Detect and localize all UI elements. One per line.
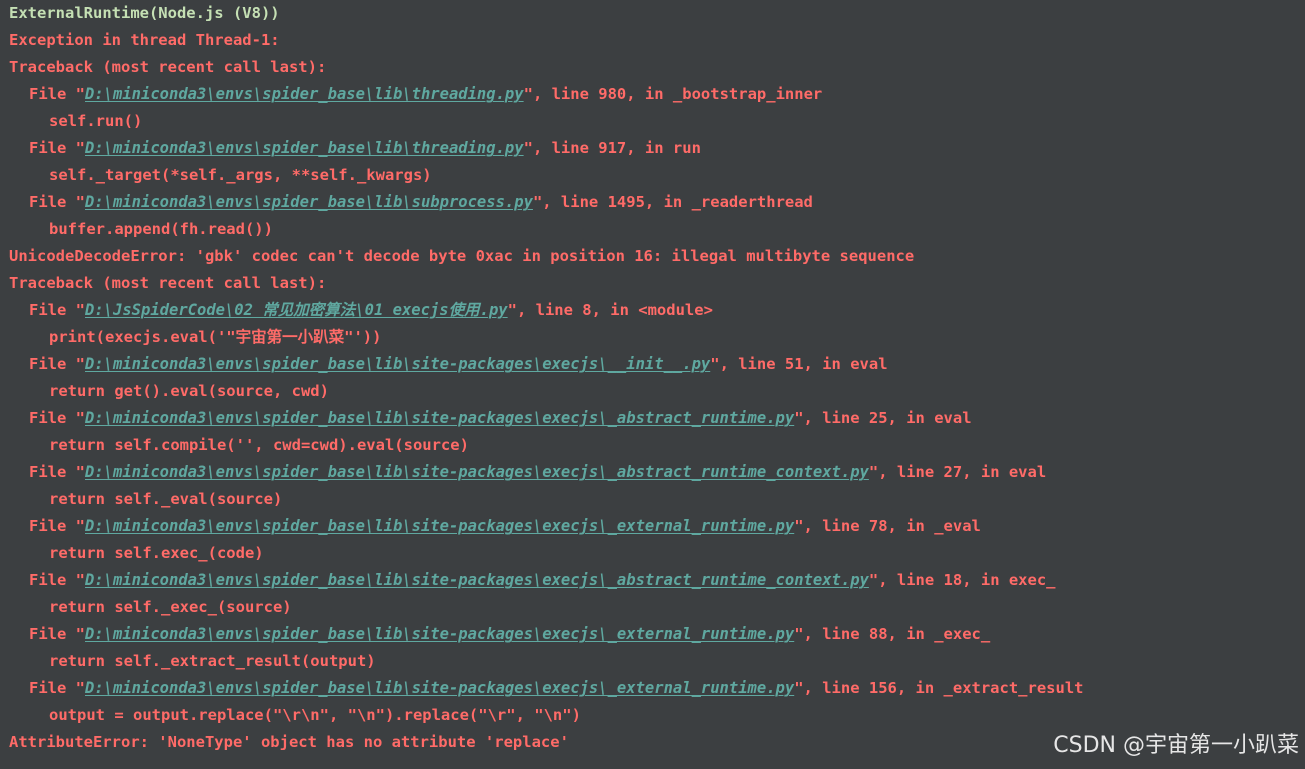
file-prefix: File ": [29, 355, 85, 373]
error-message-line: Traceback (most recent call last):: [9, 58, 327, 76]
traceback-file-line: File "D:\JsSpiderCode\02 常见加密算法\01 execj…: [9, 297, 1305, 324]
file-suffix: ", line 8, in <module>: [507, 301, 713, 319]
file-prefix: File ": [29, 517, 85, 535]
traceback-code-line: output = output.replace("\r\n", "\n").re…: [49, 706, 581, 724]
file-suffix: ", line 25, in eval: [794, 409, 972, 427]
file-suffix: ", line 51, in eval: [710, 355, 888, 373]
file-path-link[interactable]: D:\miniconda3\envs\spider_base\lib\threa…: [85, 85, 524, 103]
traceback-file-line: File "D:\miniconda3\envs\spider_base\lib…: [9, 459, 1305, 486]
file-path-link[interactable]: D:\miniconda3\envs\spider_base\lib\site-…: [85, 355, 710, 373]
file-path-link[interactable]: D:\miniconda3\envs\spider_base\lib\site-…: [85, 571, 869, 589]
file-prefix: File ": [29, 463, 85, 481]
traceback-file-line: File "D:\miniconda3\envs\spider_base\lib…: [9, 405, 1305, 432]
console-header-line: ExternalRuntime(Node.js (V8)): [9, 4, 280, 22]
traceback-file-line: File "D:\miniconda3\envs\spider_base\lib…: [9, 189, 1305, 216]
traceback-code-line: self._target(*self._args, **self._kwargs…: [49, 166, 432, 184]
file-path-link[interactable]: D:\miniconda3\envs\spider_base\lib\site-…: [85, 679, 794, 697]
file-suffix: ", line 88, in _exec_: [794, 625, 991, 643]
file-path-link[interactable]: D:\miniconda3\envs\spider_base\lib\site-…: [85, 625, 794, 643]
file-suffix: ", line 917, in run: [523, 139, 701, 157]
file-path-link[interactable]: D:\miniconda3\envs\spider_base\lib\site-…: [85, 409, 794, 427]
file-suffix: ", line 27, in eval: [868, 463, 1047, 481]
file-suffix: ", line 156, in _extract_result: [794, 679, 1084, 697]
file-suffix: ", line 78, in _eval: [794, 517, 981, 535]
file-path-link[interactable]: D:\miniconda3\envs\spider_base\lib\subpr…: [85, 193, 533, 211]
traceback-code-line: return self._eval(source): [49, 490, 283, 508]
file-prefix: File ": [29, 571, 85, 589]
file-path-link[interactable]: D:\miniconda3\envs\spider_base\lib\threa…: [85, 139, 524, 157]
traceback-file-line: File "D:\miniconda3\envs\spider_base\lib…: [9, 135, 1305, 162]
file-prefix: File ": [29, 301, 85, 319]
traceback-code-line: return self.compile('', cwd=cwd).eval(so…: [49, 436, 469, 454]
traceback-code-line: return self.exec_(code): [49, 544, 264, 562]
file-prefix: File ": [29, 625, 85, 643]
traceback-code-line: print(execjs.eval('"宇宙第一小趴菜"')): [49, 328, 382, 346]
file-path-link[interactable]: D:\miniconda3\envs\spider_base\lib\site-…: [85, 463, 869, 481]
traceback-code-line: return self._extract_result(output): [49, 652, 376, 670]
file-path-link[interactable]: D:\JsSpiderCode\02 常见加密算法\01 execjs使用.py: [85, 301, 508, 319]
file-prefix: File ": [29, 409, 85, 427]
traceback-code-line: return self._exec_(source): [49, 598, 292, 616]
traceback-file-line: File "D:\miniconda3\envs\spider_base\lib…: [9, 567, 1305, 594]
traceback-file-line: File "D:\miniconda3\envs\spider_base\lib…: [9, 351, 1305, 378]
error-message-line: Exception in thread Thread-1:: [9, 31, 280, 49]
file-prefix: File ": [29, 85, 85, 103]
error-message-line: UnicodeDecodeError: 'gbk' codec can't de…: [9, 247, 915, 265]
error-message-line: Traceback (most recent call last):: [9, 274, 327, 292]
traceback-file-line: File "D:\miniconda3\envs\spider_base\lib…: [9, 81, 1305, 108]
file-prefix: File ": [29, 193, 85, 211]
file-suffix: ", line 980, in _bootstrap_inner: [523, 85, 823, 103]
file-prefix: File ": [29, 139, 85, 157]
file-suffix: ", line 1495, in _readerthread: [532, 193, 813, 211]
traceback-code-line: return get().eval(source, cwd): [49, 382, 329, 400]
csdn-watermark: CSDN @宇宙第一小趴菜: [1053, 733, 1299, 758]
console-output: ExternalRuntime(Node.js (V8)) Exception i…: [9, 0, 1305, 756]
traceback-file-line: File "D:\miniconda3\envs\spider_base\lib…: [9, 675, 1305, 702]
traceback-code-line: self.run(): [49, 112, 143, 130]
file-suffix: ", line 18, in exec_: [868, 571, 1056, 589]
file-prefix: File ": [29, 679, 85, 697]
traceback-file-line: File "D:\miniconda3\envs\spider_base\lib…: [9, 513, 1305, 540]
traceback-code-line: buffer.append(fh.read()): [49, 220, 273, 238]
file-path-link[interactable]: D:\miniconda3\envs\spider_base\lib\site-…: [85, 517, 794, 535]
traceback-file-line: File "D:\miniconda3\envs\spider_base\lib…: [9, 621, 1305, 648]
